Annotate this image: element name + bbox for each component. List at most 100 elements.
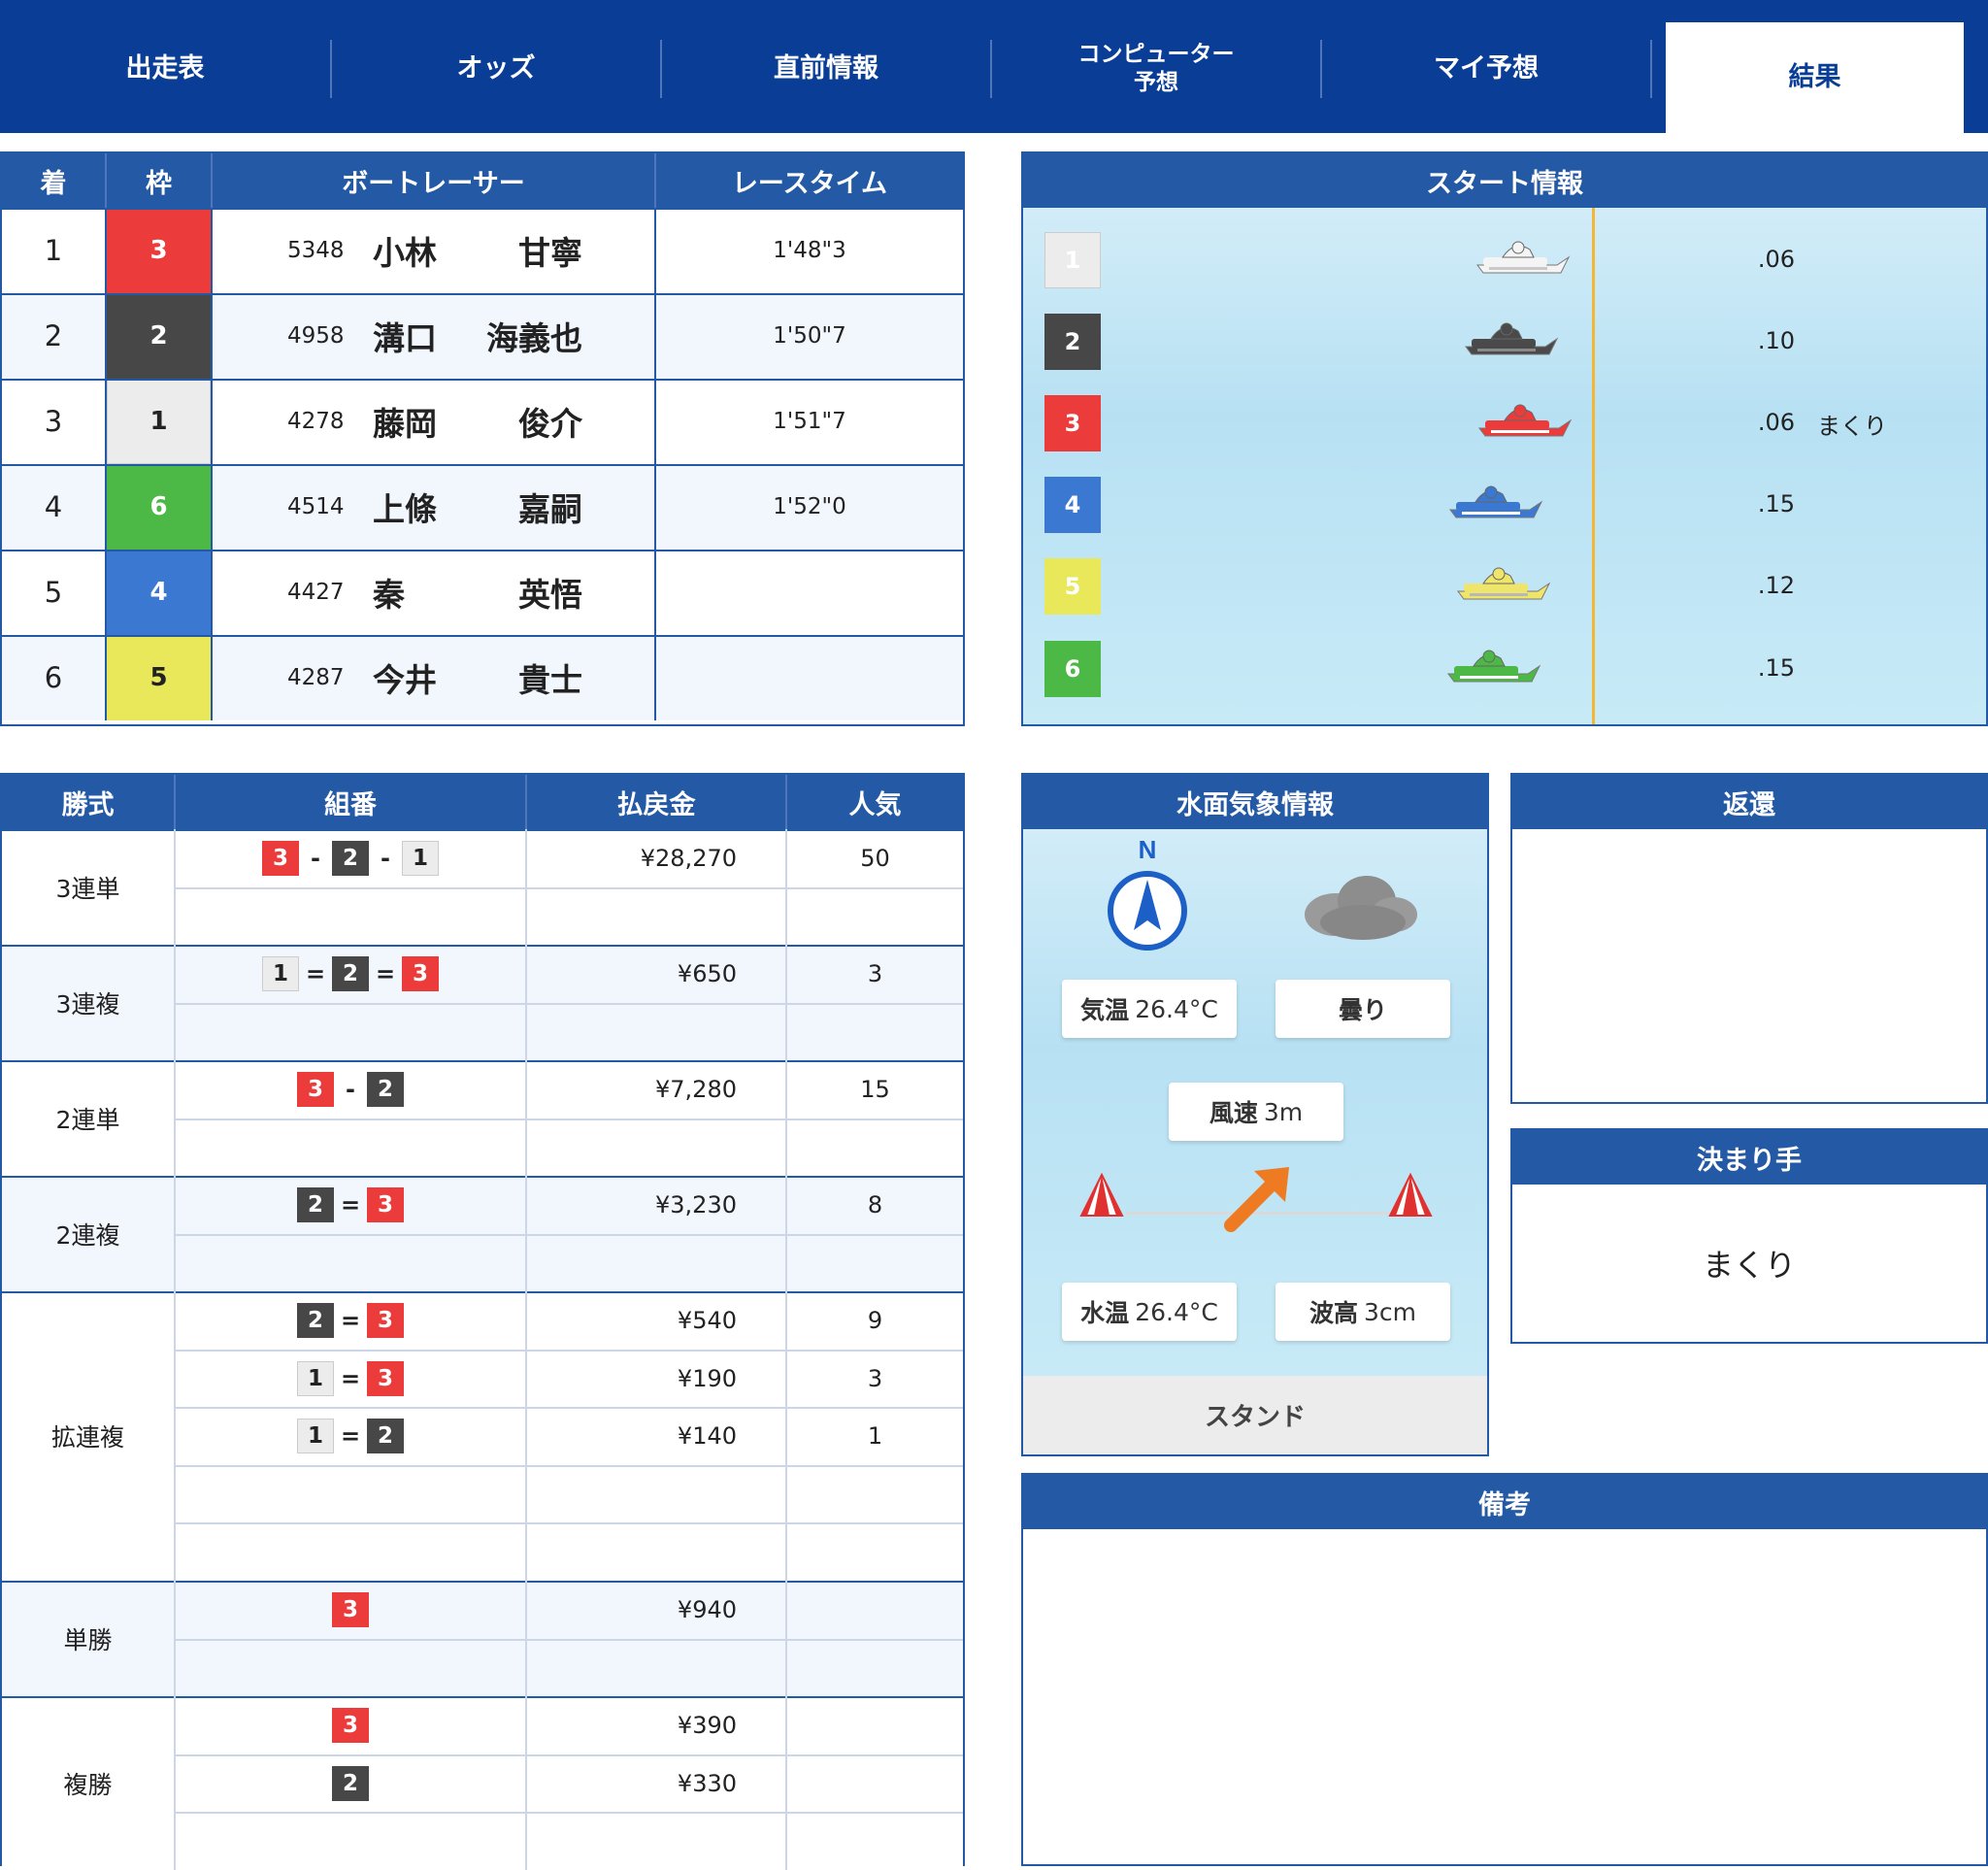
racer-id: 5348 [287,238,345,263]
bet-type: 拡連複 [50,1423,124,1452]
start-timing: .15 [1757,490,1796,518]
payout-amount: ¥650 [677,960,737,987]
start-info-title: スタート情報 [1023,153,1986,208]
combo-separator: - [381,845,390,872]
header-racer: ボートレーサー [213,153,654,208]
start-timing: .06 [1757,409,1796,436]
tab-race-card[interactable]: 出走表 [0,40,330,98]
kimarite-panel: 決まり手 まくり [1510,1128,1988,1344]
payout-amount: ¥140 [677,1422,737,1450]
kimarite-title: 決まり手 [1512,1130,1986,1185]
popularity: 50 [860,845,890,872]
result-row: 3 1 4278 藤岡 俊介 1'51"7 [2,379,963,464]
header-payout: 払戻金 [527,775,785,829]
wind-speed-label: 風速 [1209,1099,1258,1127]
race-time: 1'48"3 [773,238,846,263]
wave-height-label: 波高 [1309,1299,1358,1327]
tab-computer-prediction[interactable]: コンピューター 予想 [992,40,1320,98]
racer-surname: 今井 [373,661,437,699]
bet-type: 単勝 [63,1625,113,1654]
rank: 3 [44,405,63,438]
bet-type: 3連単 [55,874,120,903]
tab-computer-line1: コンピューター [1077,42,1235,68]
combo-lane-badge: 2 [367,1419,404,1453]
waku-badge: 4 [107,550,211,635]
payout-group: 拡連複 2 = 3 ¥540 9 1 = 3 ¥190 3 1 = 2 ¥140 1 [2,1291,963,1581]
rank: 6 [44,661,63,694]
race-time [656,550,963,635]
start-timing: .12 [1757,572,1796,599]
header-bet-type: 勝式 [2,775,174,829]
result-row: 1 3 5348 小林 甘寧 1'48"3 [2,208,963,293]
start-timing: .06 [1757,246,1796,273]
combination: 3 [176,1581,525,1639]
combo-lane-badge: 3 [297,1072,334,1107]
tab-divider [1650,40,1652,98]
wind-speed-value: 3m [1263,1097,1304,1126]
payout-group: 2連複 2 = 3 ¥3,230 8 [2,1176,963,1291]
air-temp-label: 気温 [1080,996,1130,1024]
racer-given-name: 俊介 [518,405,582,443]
nav-edge [1964,22,1980,133]
waku-badge: 2 [107,293,211,379]
popularity: 3 [867,960,883,987]
water-temp-value: 26.4°C [1135,1297,1218,1326]
popularity [787,1696,963,1754]
waku-badge: 5 [107,635,211,720]
tab-odds[interactable]: オッズ [332,40,660,98]
payout-group: 3連単 3-2-1 ¥28,270 50 [2,829,963,945]
wind-direction-compass-icon: N [1108,835,1187,951]
racer-surname: 藤岡 [373,405,437,443]
boat-icon [1476,241,1571,274]
rank: 5 [44,576,63,609]
combo-lane-badge: 3 [367,1361,404,1396]
popularity: 3 [867,1365,883,1392]
wind-arrow-icon [1224,1167,1289,1232]
combo-lane-badge: 2 [332,1766,369,1801]
combination: 3-2 [176,1060,525,1119]
lane-number-badge: 4 [1044,477,1101,533]
combination: 1 = 2 [176,1407,525,1465]
rank: 4 [44,490,63,523]
popularity [787,1754,963,1813]
lane-number-badge: 3 [1044,395,1101,451]
water-temp-label: 水温 [1080,1299,1130,1327]
tab-pre-race-info[interactable]: 直前情報 [662,40,990,98]
racer-surname: 小林 [373,234,437,272]
payout-group: 3連複 1 = 2 = 3 ¥650 3 [2,945,963,1060]
wave-height: 波高 3cm [1276,1283,1450,1341]
start-timing: .15 [1757,654,1796,682]
racer-id: 4278 [287,409,345,434]
race-time [656,635,963,720]
combo-separator: = [375,960,396,987]
lane-number-badge: 2 [1044,314,1101,370]
combo-lane-badge: 1 [297,1419,334,1453]
race-time: 1'50"7 [773,323,846,349]
tab-my-prediction[interactable]: マイ予想 [1322,40,1650,98]
combo-lane-badge: 2 [297,1187,334,1222]
payout-table: 勝式 組番 払戻金 人気 3連単 3-2-1 ¥28,270 50 3連複 1 = 2… [0,773,965,1870]
bet-type: 2連複 [55,1220,120,1250]
payout-amount: ¥390 [677,1712,737,1739]
header-popularity: 人気 [787,775,963,829]
bet-type: 複勝 [63,1770,113,1799]
racer-given-name: 英悟 [518,576,582,614]
racer-surname: 秦 [373,576,405,614]
popularity: 15 [860,1076,890,1103]
combo-lane-badge: 3 [367,1187,404,1222]
payout-amount: ¥940 [677,1596,737,1623]
payout-group: 複勝 3 ¥390 2 ¥330 [2,1696,963,1870]
combination: 1 = 3 [176,1350,525,1408]
wave-height-value: 3cm [1364,1297,1417,1326]
buoy-icon [1079,1173,1124,1217]
payout-amount: ¥3,230 [655,1191,737,1219]
boat-icon [1449,485,1543,518]
combo-lane-badge: 3 [402,956,439,991]
combination: 3-2-1 [176,829,525,887]
tab-computer-line2: 予想 [1134,70,1178,95]
result-row: 2 2 4958 溝口 海義也 1'50"7 [2,293,963,379]
tab-results[interactable]: 結果 [1666,22,1964,133]
payout-group: 2連単 3-2 ¥7,280 15 [2,1060,963,1176]
refund-title: 返還 [1512,775,1986,829]
combo-separator: = [305,960,326,987]
